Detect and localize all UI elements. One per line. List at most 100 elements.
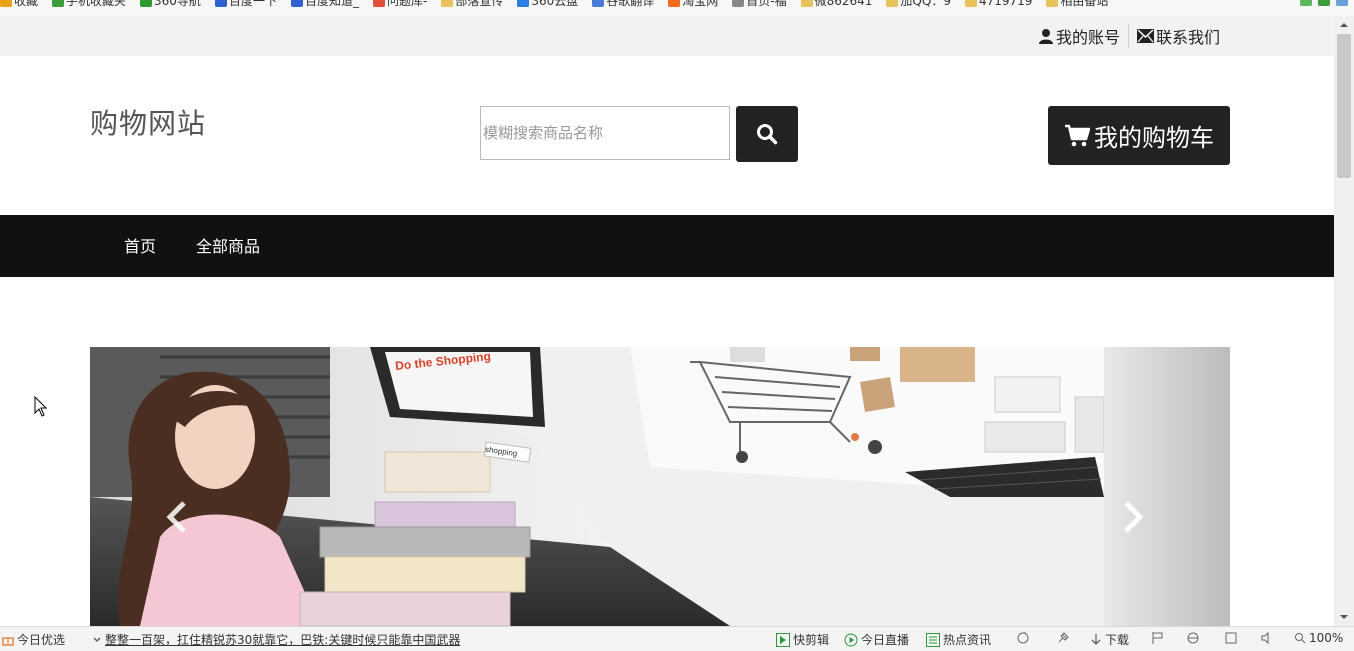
bookmark-item[interactable]: 谷歌翻译 bbox=[592, 0, 654, 9]
news-icon bbox=[926, 632, 940, 647]
carousel-prev-button[interactable] bbox=[158, 497, 198, 537]
bookmark-label: 淘宝网 bbox=[682, 0, 719, 8]
zoom-control[interactable]: 100% bbox=[1294, 631, 1343, 645]
chevron-right-icon bbox=[1124, 501, 1144, 533]
search-button[interactable] bbox=[736, 106, 798, 162]
shopping-cart-icon bbox=[1065, 124, 1090, 146]
bookmark-icon bbox=[52, 0, 65, 7]
hot-news[interactable]: 热点资讯 bbox=[926, 631, 991, 648]
my-account-label: 我的账号 bbox=[1055, 28, 1120, 47]
bookmark-icon bbox=[592, 0, 605, 7]
window-icon bbox=[1225, 632, 1237, 644]
window-tool[interactable] bbox=[1224, 631, 1238, 645]
today-picks-label: 今日优选 bbox=[17, 633, 66, 647]
my-cart-button[interactable]: 我的购物车 bbox=[1048, 106, 1230, 165]
browser-tools bbox=[1300, 0, 1348, 6]
search-browser-icon[interactable] bbox=[1336, 0, 1348, 6]
bookmark-icon bbox=[732, 0, 745, 7]
scroll-down-icon[interactable] bbox=[1334, 610, 1354, 624]
bookmark-label: 收藏 bbox=[14, 0, 39, 8]
today-live[interactable]: 今日直播 bbox=[844, 631, 909, 648]
bookmark-icon bbox=[140, 0, 153, 7]
site-logo[interactable]: 购物网站 bbox=[90, 102, 206, 142]
site-header: 购物网站 我的购物车 bbox=[0, 56, 1334, 215]
bookmark-label: 微862641 bbox=[814, 0, 873, 8]
bookmark-item[interactable]: 加QQ：9 bbox=[886, 0, 951, 9]
top-bar: 我的账号 联系我们 bbox=[0, 16, 1334, 56]
bookmark-label: 加QQ：9 bbox=[900, 0, 951, 8]
bookmark-icon bbox=[372, 0, 385, 7]
top-links: 我的账号 联系我们 bbox=[1038, 24, 1220, 48]
contact-us-label: 联系我们 bbox=[1155, 28, 1220, 47]
flag-tool[interactable] bbox=[1152, 631, 1164, 645]
ie-tool[interactable] bbox=[1186, 631, 1200, 645]
refresh-tool[interactable] bbox=[1016, 631, 1030, 645]
bookmark-label: 百度知道_ bbox=[304, 0, 359, 8]
pin-tool[interactable] bbox=[1056, 631, 1070, 645]
nav-item-home[interactable]: 首页 bbox=[124, 233, 156, 257]
quick-clip[interactable]: 快剪辑 bbox=[776, 631, 829, 648]
bookmark-label: 谷歌翻译 bbox=[606, 0, 655, 8]
bookmark-icon bbox=[0, 0, 12, 7]
today-live-label: 今日直播 bbox=[861, 633, 910, 647]
bookmark-label: 部落宣传 bbox=[455, 0, 504, 8]
divider bbox=[1127, 24, 1129, 48]
bookmark-label: 360导航 bbox=[154, 0, 201, 8]
ie-icon bbox=[1187, 632, 1199, 644]
download-tool[interactable]: 下载 bbox=[1090, 631, 1129, 648]
banner-carousel: Do the Shopping shopping bbox=[90, 347, 1230, 626]
today-picks[interactable]: 今日优选 bbox=[2, 631, 65, 648]
bookmark-item[interactable]: 手机收藏夹 bbox=[52, 0, 126, 9]
search-input[interactable] bbox=[480, 106, 730, 160]
bookmark-label: 首页-福 bbox=[746, 0, 787, 8]
volume-icon bbox=[1261, 631, 1269, 645]
bookmark-icon bbox=[800, 0, 813, 7]
bookmark-item[interactable]: 部落宣传 bbox=[441, 0, 503, 9]
chevron-down-icon bbox=[93, 637, 101, 642]
gift-icon bbox=[2, 636, 14, 646]
bookmark-icon bbox=[1046, 0, 1059, 7]
bookmark-icon bbox=[441, 0, 454, 7]
bookmark-item[interactable]: 百度知道_ bbox=[290, 0, 359, 9]
scrollbar-thumb[interactable] bbox=[1337, 34, 1351, 178]
scroll-up-icon[interactable] bbox=[1334, 18, 1354, 32]
bookmark-item[interactable]: 百度一下 bbox=[214, 0, 277, 9]
carousel-next-button[interactable] bbox=[1112, 497, 1152, 537]
bookmark-icon bbox=[290, 0, 303, 7]
bookmark-item[interactable]: 问题库- bbox=[372, 0, 428, 9]
zoom-icon bbox=[1295, 633, 1306, 644]
account-icon[interactable] bbox=[1318, 0, 1330, 6]
bookmark-icon bbox=[886, 0, 899, 7]
bookmarks-row: 收藏 手机收藏夹 360导航 百度一下 百度知道_ 问题库- 部落宣传 360云盘 谷歌翻译 淘宝… bbox=[0, 0, 1122, 9]
contact-us-link[interactable]: 联系我们 bbox=[1136, 24, 1220, 48]
download-label: 下载 bbox=[1105, 633, 1130, 647]
refresh-icon bbox=[1017, 632, 1029, 644]
news-headline[interactable]: 整整一百架，扛住精锐苏30就靠它，巴铁:关键时候只能靠中国武器 bbox=[105, 631, 460, 648]
extension-icon[interactable] bbox=[1300, 0, 1312, 6]
nav-item-all-products[interactable]: 全部商品 bbox=[196, 233, 260, 257]
my-cart-label: 我的购物车 bbox=[1094, 124, 1214, 152]
bookmark-item[interactable]: 微862641 bbox=[800, 0, 873, 9]
envelope-icon bbox=[1136, 29, 1154, 43]
bookmark-item[interactable]: 4719719 bbox=[964, 0, 1032, 8]
quick-clip-label: 快剪辑 bbox=[793, 633, 830, 647]
vertical-scrollbar[interactable] bbox=[1334, 16, 1354, 626]
news-ticker[interactable]: 整整一百架，扛住精锐苏30就靠它，巴铁:关键时候只能靠中国武器 bbox=[92, 631, 460, 648]
bookmark-item[interactable]: 淘宝网 bbox=[668, 0, 718, 9]
bookmark-item[interactable]: 收藏 bbox=[0, 0, 38, 9]
bookmark-label: 手机收藏夹 bbox=[66, 0, 127, 8]
quick-clip-icon bbox=[776, 632, 790, 647]
bookmark-label: 问题库- bbox=[386, 0, 428, 8]
volume-tool[interactable] bbox=[1260, 631, 1274, 645]
chevron-left-icon bbox=[166, 501, 186, 533]
bookmark-icon bbox=[214, 0, 227, 7]
my-account-link[interactable]: 我的账号 bbox=[1038, 24, 1120, 48]
play-circle-icon bbox=[844, 633, 858, 646]
user-icon bbox=[1038, 29, 1053, 44]
bookmark-item[interactable]: 首页-福 bbox=[732, 0, 787, 9]
flag-icon bbox=[1152, 632, 1163, 644]
bookmark-icon bbox=[517, 0, 530, 7]
bookmark-item[interactable]: 360导航 bbox=[140, 0, 201, 9]
bookmark-item[interactable]: 360云盘 bbox=[517, 0, 578, 9]
bookmark-item[interactable]: 相由备站 bbox=[1046, 0, 1108, 9]
